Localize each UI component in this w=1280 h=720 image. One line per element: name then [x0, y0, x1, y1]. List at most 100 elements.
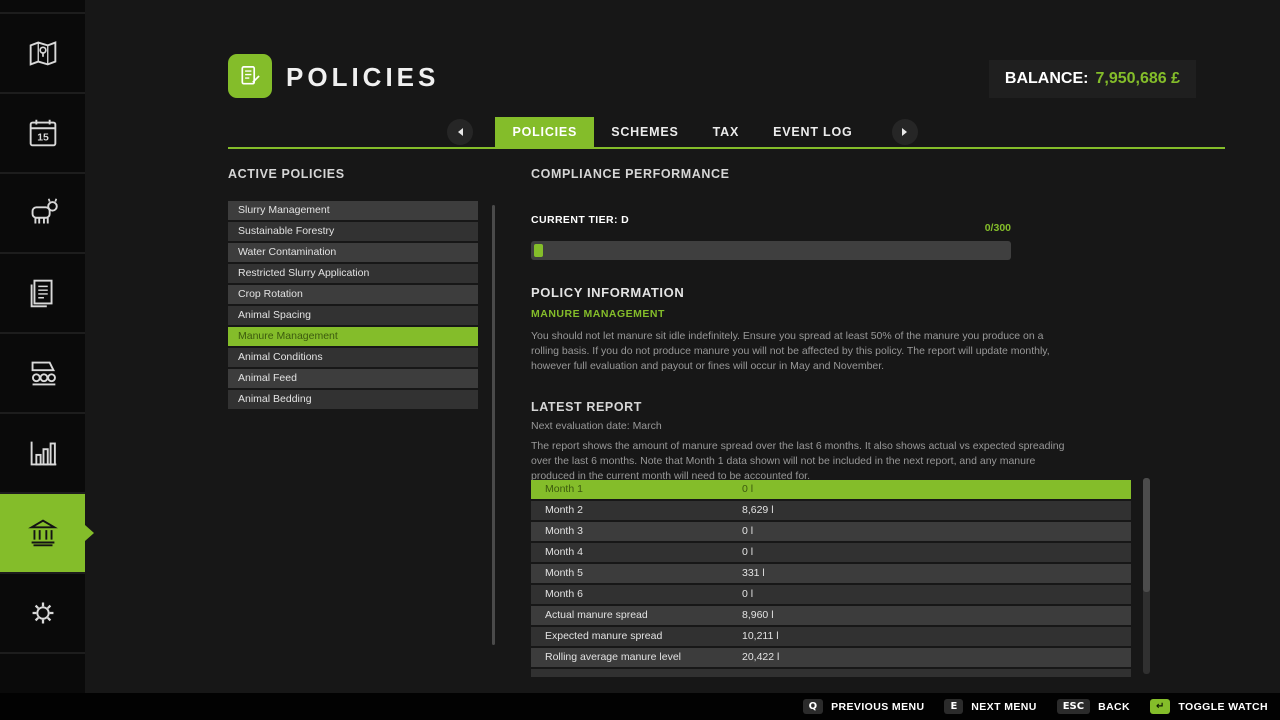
shortcut-previous-menu[interactable]: Q PREVIOUS MENU	[803, 699, 925, 714]
policy-list-item[interactable]: Slurry Management	[228, 201, 478, 220]
tab-policies[interactable]: POLICIES	[495, 117, 594, 147]
map-icon	[24, 34, 62, 72]
policy-list-item[interactable]: Animal Conditions	[228, 348, 478, 367]
policy-list-item[interactable]: Crop Rotation	[228, 285, 478, 304]
report-row-value: 8,629 l	[742, 501, 774, 520]
report-table: Month 10 lMonth 28,629 lMonth 30 lMonth …	[531, 480, 1131, 678]
policy-list-item[interactable]: Sustainable Forestry	[228, 222, 478, 241]
report-row-label: Month 4	[531, 543, 742, 562]
policies-document-icon	[236, 62, 264, 90]
policy-info-title: POLICY INFORMATION	[531, 285, 684, 300]
active-policies-title: ACTIVE POLICIES	[228, 167, 345, 181]
report-row-label: Month 3	[531, 522, 742, 541]
balance-value: 7,950,686 £	[1095, 70, 1180, 88]
report-row-value: 0 l	[742, 480, 753, 499]
shortcut-toggle-watch[interactable]: ↵ TOGGLE WATCH	[1150, 699, 1268, 714]
policy-list-item[interactable]: Animal Feed	[228, 369, 478, 388]
policies-page-icon	[228, 54, 272, 98]
report-row-label: Month 6	[531, 585, 742, 604]
contracts-icon	[24, 274, 62, 312]
policy-list-item[interactable]: Restricted Slurry Application	[228, 264, 478, 283]
shortcut-label: BACK	[1098, 701, 1130, 713]
compliance-score: 0/300	[531, 222, 1011, 234]
sidebar-item-finances[interactable]	[0, 494, 85, 574]
report-row: Month 5331 l	[531, 564, 1131, 583]
tab-event-log[interactable]: EVENT LOG	[756, 117, 869, 147]
report-row: Month 28,629 l	[531, 501, 1131, 520]
policy-list-item[interactable]: Animal Spacing	[228, 306, 478, 325]
tab-schemes[interactable]: SCHEMES	[594, 117, 695, 147]
report-row-label: Rolling average manure level	[531, 648, 742, 667]
shortcuts-group: Q PREVIOUS MENU E NEXT MENU ESC BACK ↵ TOGGLE W…	[803, 699, 1268, 714]
latest-report-title: LATEST REPORT	[531, 400, 642, 414]
production-icon	[24, 354, 62, 392]
chevron-right-icon	[902, 128, 907, 136]
shortcut-next-menu[interactable]: E NEXT MENU	[944, 699, 1036, 714]
shortcut-key: Q	[803, 699, 824, 714]
sidebar-item-animals[interactable]	[0, 174, 85, 254]
main-area: POLICIES BALANCE: 7,950,686 £ POLICIESSC…	[85, 0, 1280, 693]
sidebar-item-map[interactable]	[0, 14, 85, 94]
policy-description: You should not let manure sit idle indef…	[531, 329, 1073, 375]
tabs-next-arrow[interactable]	[892, 119, 918, 145]
shortcut-label: NEXT MENU	[971, 701, 1036, 713]
report-row-label: Actual manure spread	[531, 606, 742, 625]
calendar-day-label: 15	[37, 133, 49, 144]
report-row: Rolling average manure level20,422 l	[531, 648, 1131, 667]
report-row: Month 10 l	[531, 480, 1131, 499]
active-policies-list: Slurry Management Sustainable Forestry Wat…	[228, 201, 478, 411]
compliance-progress-bar	[531, 241, 1011, 260]
statistics-icon	[24, 434, 62, 472]
tabs-underline	[228, 147, 1225, 149]
report-row-value: 331 l	[742, 564, 765, 583]
shortcut-label: PREVIOUS MENU	[831, 701, 924, 713]
report-row-value: 8,960 l	[742, 606, 774, 625]
tabs-row: POLICIESSCHEMESTAXEVENT LOG	[85, 117, 1280, 147]
policy-list-item[interactable]: Manure Management	[228, 327, 478, 346]
page-title: POLICIES	[286, 62, 439, 93]
report-row: Month 60 l	[531, 585, 1131, 604]
report-row: Expected manure spread10,211 l	[531, 627, 1131, 646]
shortcut-bar: Q PREVIOUS MENU E NEXT MENU ESC BACK ↵ TOGGLE W…	[0, 693, 1280, 720]
sidebar-top-sliver	[0, 0, 85, 14]
policy-list-scrollbar[interactable]	[492, 205, 495, 645]
report-row-label: Month 2	[531, 501, 742, 520]
gear-icon	[24, 594, 62, 632]
report-row-value: 20,422 l	[742, 648, 779, 667]
report-row-value: 0 l	[742, 585, 753, 604]
shortcut-key: ESC	[1057, 699, 1090, 714]
sidebar-item-statistics[interactable]	[0, 414, 85, 494]
shortcut-label: TOGGLE WATCH	[1178, 701, 1268, 713]
shortcut-key: E	[944, 699, 963, 714]
sidebar-item-settings[interactable]	[0, 574, 85, 654]
sidebar-item-contracts[interactable]	[0, 254, 85, 334]
next-evaluation-date: Next evaluation date: March	[531, 420, 662, 432]
compliance-progress-fill	[534, 244, 543, 257]
sidebar-item-calendar[interactable]: 15	[0, 94, 85, 174]
animals-icon	[24, 194, 62, 232]
calendar-icon: 15	[24, 114, 62, 152]
tab-tax[interactable]: TAX	[696, 117, 756, 147]
bank-icon	[24, 514, 62, 552]
report-row-value: 10,211 l	[742, 627, 779, 646]
report-row-value: 0 l	[742, 543, 753, 562]
policies-screen: 15	[0, 0, 1280, 720]
report-scrollbar[interactable]	[1143, 478, 1150, 674]
report-row-label: Month 1	[531, 480, 742, 499]
report-row: Actual manure spread8,960 l	[531, 606, 1131, 625]
tabs-group: POLICIESSCHEMESTAXEVENT LOG	[495, 117, 869, 147]
chevron-left-icon	[458, 128, 463, 136]
sidebar-item-production[interactable]	[0, 334, 85, 414]
report-scrollbar-thumb[interactable]	[1143, 478, 1150, 592]
report-row: Month 30 l	[531, 522, 1131, 541]
report-description: The report shows the amount of manure sp…	[531, 439, 1073, 485]
sidebar: 15	[0, 0, 85, 693]
policy-name-subtitle: MANURE MANAGEMENT	[531, 308, 665, 320]
shortcut-key: ↵	[1150, 699, 1170, 714]
tabs-previous-arrow[interactable]	[447, 119, 473, 145]
policy-list-item[interactable]: Animal Bedding	[228, 390, 478, 409]
balance-display: BALANCE: 7,950,686 £	[989, 60, 1196, 98]
policy-list-item[interactable]: Water Contamination	[228, 243, 478, 262]
report-row: Month 40 l	[531, 543, 1131, 562]
shortcut-back[interactable]: ESC BACK	[1057, 699, 1130, 714]
